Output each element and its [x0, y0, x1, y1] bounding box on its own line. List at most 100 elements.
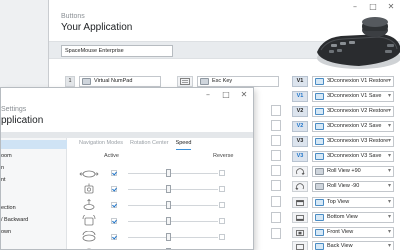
active-checkbox[interactable]: [111, 234, 117, 240]
roll-view-icon: [315, 183, 324, 190]
speed-slider-thumb[interactable]: [166, 169, 171, 177]
bottom-view-icon: [315, 214, 324, 221]
speed-slider-track[interactable]: [128, 189, 218, 190]
bottom-view-icon: [292, 212, 308, 223]
back-view-icon: [315, 243, 324, 250]
reverse-checkbox[interactable]: [219, 186, 225, 192]
front-view-icon: [292, 227, 308, 238]
chevron-down-icon: ▾: [387, 78, 391, 84]
back-view-select[interactable]: Back View ▾: [312, 241, 394, 250]
reverse-checkbox[interactable]: [219, 218, 225, 224]
function-label: 3Dconnexion V2 Save: [327, 123, 382, 129]
reverse-checkbox[interactable]: [219, 202, 225, 208]
key-function-select[interactable]: Esc Key: [197, 76, 279, 87]
v2-restore-select[interactable]: 3Dconnexion V2 Restore ▾: [312, 106, 394, 117]
button-function-select[interactable]: Virtual NumPad: [79, 76, 161, 87]
chevron-down-icon: ▾: [387, 214, 391, 220]
v3-save-select[interactable]: 3Dconnexion V3 Save ▾: [312, 151, 394, 162]
back-view-icon: [292, 241, 308, 250]
function-label: Roll View +90: [327, 168, 361, 174]
nav-item[interactable]: own: [1, 228, 11, 237]
settings-nav-pane: oom n nt ection / Backward own: [1, 138, 67, 249]
tab-navigation-modes[interactable]: Navigation Modes: [79, 139, 123, 150]
roll-icon: [86, 248, 92, 249]
roll-view-minus-select[interactable]: Roll View -90 ▾: [312, 181, 394, 192]
bottom-view-select[interactable]: Bottom View ▾: [312, 212, 394, 223]
axis-row: [71, 215, 241, 229]
chevron-down-icon: ▾: [387, 93, 391, 99]
page-header: Buttons Your Application: [61, 13, 132, 33]
v3-restore-select[interactable]: 3Dconnexion V3 Restore ▾: [312, 136, 394, 147]
page-eyebrow: Settings: [1, 106, 27, 113]
spacemouse-device-image: [317, 17, 400, 69]
speed-slider-thumb[interactable]: [166, 185, 171, 193]
key-function-label: Esc Key: [212, 78, 233, 84]
axis-row: [71, 246, 241, 249]
active-checkbox[interactable]: [111, 186, 117, 192]
roll-view-plus-select[interactable]: Roll View +90 ▾: [312, 166, 394, 177]
view-save-icon: [315, 93, 324, 100]
speed-slider-track[interactable]: [128, 237, 218, 238]
empty-function-box[interactable]: [271, 120, 281, 131]
axis-row: [71, 199, 241, 213]
top-view-icon: [315, 199, 324, 206]
empty-function-box[interactable]: [271, 105, 281, 116]
tilt-icon: [82, 215, 96, 226]
reverse-checkbox[interactable]: [219, 234, 225, 240]
chevron-down-icon: ▾: [387, 153, 391, 159]
nav-item[interactable]: n: [1, 164, 4, 173]
chevron-down-icon: ▾: [387, 108, 391, 114]
v1-restore-select[interactable]: 3Dconnexion V1 Restore ▾: [312, 76, 394, 87]
v2-save-select[interactable]: 3Dconnexion V2 Save ▾: [312, 121, 394, 132]
empty-function-box[interactable]: [271, 212, 281, 223]
speed-slider-thumb[interactable]: [166, 233, 171, 241]
keyboard-icon: [177, 76, 193, 87]
nav-item[interactable]: [1, 140, 67, 149]
active-checkbox[interactable]: [111, 218, 117, 224]
nav-item[interactable]: / Backward: [1, 216, 28, 225]
empty-function-box[interactable]: [271, 165, 281, 176]
close-button[interactable]: ✕: [235, 88, 253, 102]
view-restore-icon: [315, 138, 324, 145]
front-view-select[interactable]: Front View ▾: [312, 227, 394, 238]
minimize-button[interactable]: –: [199, 88, 217, 102]
tab-rotation-center[interactable]: Rotation Center: [130, 139, 169, 150]
numpad-icon: [82, 78, 91, 85]
maximize-button[interactable]: □: [217, 88, 235, 102]
active-checkbox[interactable]: [111, 170, 117, 176]
empty-function-box[interactable]: [271, 135, 281, 146]
active-checkbox[interactable]: [111, 202, 117, 208]
function-label: 3Dconnexion V1 Restore: [327, 78, 389, 84]
speed-slider-track[interactable]: [128, 221, 218, 222]
empty-function-box[interactable]: [271, 150, 281, 161]
pan-right-left-icon: [79, 170, 99, 178]
empty-function-box[interactable]: [271, 180, 281, 191]
view-save-icon: [315, 123, 324, 130]
speed-slider-track[interactable]: [128, 205, 218, 206]
nav-item[interactable]: nt: [1, 176, 6, 185]
chevron-down-icon: ▾: [387, 183, 391, 189]
settings-window: – □ ✕ Settings pplication oom n nt ectio…: [0, 87, 254, 250]
chevron-down-icon: ▾: [387, 138, 391, 144]
top-view-select[interactable]: Top View ▾: [312, 197, 394, 208]
device-select[interactable]: SpaceMouse Enterprise: [61, 45, 173, 57]
speed-slider-thumb[interactable]: [166, 217, 171, 225]
reverse-checkbox[interactable]: [219, 170, 225, 176]
nav-item[interactable]: ection: [1, 204, 16, 213]
roll-view-icon: [292, 181, 308, 192]
axis-row: [71, 183, 241, 197]
v1-save-select[interactable]: 3Dconnexion V1 Save ▾: [312, 91, 394, 102]
reverse-column-header: Reverse: [213, 153, 234, 159]
roll-view-icon: [315, 168, 324, 175]
tab-speed[interactable]: Speed: [175, 139, 192, 150]
page-title: pplication: [1, 115, 44, 126]
chevron-down-icon: ▾: [387, 229, 391, 235]
nav-item[interactable]: oom: [1, 152, 12, 161]
empty-function-box[interactable]: [271, 228, 281, 239]
empty-function-box[interactable]: [271, 196, 281, 207]
roll-view-icon: [292, 166, 308, 177]
speed-slider-thumb[interactable]: [166, 201, 171, 209]
chevron-down-icon: ▾: [387, 123, 391, 129]
spin-icon: [82, 231, 96, 242]
speed-slider-track[interactable]: [128, 173, 218, 174]
